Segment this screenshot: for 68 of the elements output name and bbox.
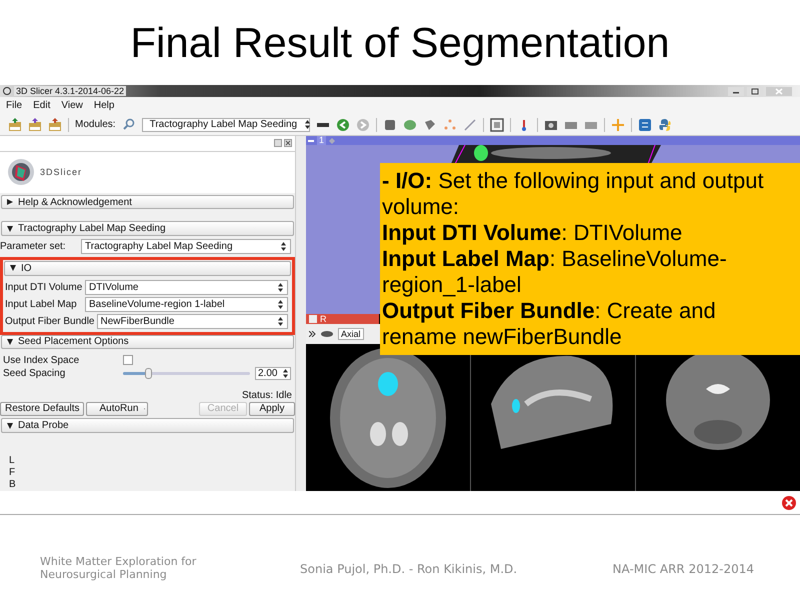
spin-box[interactable]: 2.00 [255,367,291,380]
field-label: Input DTI Volume [4,282,84,293]
chevron-icon[interactable] [309,331,316,338]
action-button[interactable]: Apply [249,402,295,416]
close-icon[interactable] [284,139,292,148]
menu-item[interactable]: View [61,100,83,111]
callout-text: Output Fiber Bundle: Create and rename newFiberBundle [382,298,717,350]
field-label: Input Label Map [4,298,78,310]
python-icon[interactable] [658,118,672,132]
menu-button[interactable]: AutoRun [86,402,148,416]
node-selector[interactable]: BaselineVolume-region 1-label [85,296,288,312]
callout-text: Input DTI Volume: DTIVolume [382,220,684,246]
load-dicom-icon[interactable] [28,118,42,132]
scrollbar[interactable] [295,136,306,491]
section-header[interactable]: Seed Placement Options [1,334,294,350]
expanded-arrow-icon [7,338,13,345]
section-header[interactable]: Help & Acknowledgement [1,194,294,210]
section-header[interactable]: Data Probe [1,418,294,433]
logo-text: 3DSlicer [40,167,82,178]
option-label: Use Index Space [3,354,80,366]
spin-arrows-icon [305,120,310,129]
spin-arrows-icon [283,369,288,378]
module-selector[interactable]: Tractography Label Map Seeding [142,118,310,132]
axis-label: L [9,454,15,467]
menu-item[interactable]: Help [94,100,114,111]
checkbox[interactable] [123,355,133,366]
callout-text: - I/O: Set the following input and output volume: [382,168,765,220]
field-label: Output Fiber Bundle [4,316,96,327]
modules-label: Modules: [75,119,116,130]
field-label: Parameter set: [0,240,67,252]
layout-icon[interactable] [490,118,504,132]
spin-arrows-icon [278,316,283,326]
save-icon[interactable] [48,118,62,132]
authors: Sonia Pujol, Ph.D. - Ron Kikinis, M.D. [300,562,518,576]
expanded-arrow-icon [10,265,16,272]
axis-label: B [9,478,16,491]
menu-item[interactable]: File [6,100,22,111]
spin-arrows-icon [281,242,286,251]
load-data-icon[interactable] [8,118,22,132]
menu-item[interactable]: Edit [33,100,50,111]
collapsed-arrow-icon [7,199,13,206]
project-label: NA-MIC ARR 2012-2014 [612,562,754,576]
expanded-arrow-icon [7,422,13,429]
presentation-title: White Matter Exploration for Neurosurgical Planning [40,555,198,581]
slider-handle[interactable] [145,368,152,380]
view-number: 1 [317,136,326,145]
error-icon[interactable] [781,494,797,510]
action-button[interactable]: Restore Defaults [0,402,84,416]
spin-arrows-icon [278,282,283,292]
callout-text: Input Label Map: BaselineVolume-region_1-label [382,246,728,298]
slide-title: Final Result of Segmentation [129,18,671,68]
expanded-arrow-icon [7,226,13,232]
search-icon[interactable] [122,118,136,132]
orientation-selector[interactable]: Axial [338,328,364,340]
status-text: Status: Idle [240,388,293,402]
spin-arrows-icon [278,300,283,309]
minimize-icon[interactable] [728,86,744,96]
parameter-set-selector[interactable]: Tractography Label Map Seeding [81,238,291,254]
window-title: 3D Slicer 4.3.1-2014-06-22 [14,86,126,96]
slice-label: R [320,314,326,324]
slice-controller-bar[interactable]: R [306,314,379,324]
option-label: Seed Spacing [3,368,66,380]
node-selector[interactable]: NewFiberBundle [96,314,288,329]
section-header[interactable]: IO [4,260,291,276]
section-header[interactable]: Tractography Label Map Seeding [1,221,294,236]
axis-label: F [9,466,16,479]
node-selector[interactable]: DTIVolume [85,280,288,295]
app-icon [3,87,11,95]
